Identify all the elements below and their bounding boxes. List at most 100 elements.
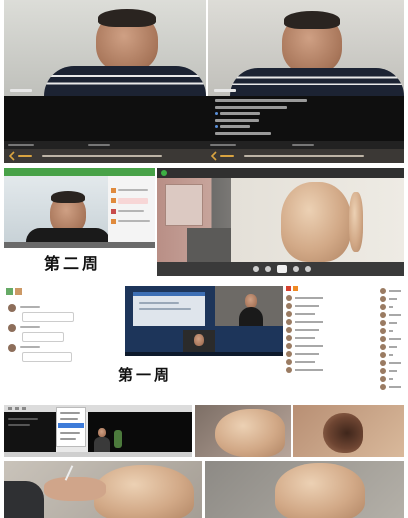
- avatar-icon: [8, 344, 16, 352]
- contact-list: [286, 286, 378, 376]
- chevron-left-icon[interactable]: [210, 151, 218, 161]
- window-content-line: [8, 424, 30, 426]
- avatar-icon: [286, 367, 292, 373]
- call-control-icon[interactable]: [253, 266, 259, 272]
- toolbar-icon[interactable]: [15, 407, 19, 410]
- menu-item[interactable]: [60, 418, 78, 420]
- contact-list-item[interactable]: [286, 327, 326, 334]
- participant-shirt: [44, 66, 206, 96]
- call-control-icon[interactable]: [265, 266, 271, 272]
- avatar-icon: [380, 384, 386, 390]
- chat-overlay: [108, 176, 155, 242]
- member-list-item-text: [389, 386, 401, 388]
- hand: [44, 477, 106, 501]
- member-list-item[interactable]: [380, 296, 404, 303]
- contact-list-item[interactable]: [286, 303, 326, 310]
- week-one-label: 第一周: [118, 366, 173, 384]
- sculpting-photo: [4, 461, 202, 518]
- member-list-item-text: [389, 314, 401, 316]
- member-list-item[interactable]: [380, 352, 404, 359]
- contact-list-item[interactable]: [286, 351, 326, 358]
- menu-item[interactable]: [60, 412, 80, 414]
- avatar-icon: [286, 303, 292, 309]
- contact-list-item[interactable]: [286, 295, 326, 302]
- contact-list-item[interactable]: [286, 319, 326, 326]
- call-control-icon[interactable]: [293, 266, 299, 272]
- member-list-item[interactable]: [380, 304, 404, 311]
- member-list-item[interactable]: [380, 320, 404, 327]
- app-top-bar: [4, 168, 155, 176]
- contact-list-item-text: [295, 345, 323, 347]
- chat-row[interactable]: [6, 324, 116, 342]
- stats-line: [215, 106, 287, 109]
- participant-name-tag: [214, 89, 236, 92]
- participant-hair: [98, 9, 156, 27]
- status-time: [292, 144, 314, 146]
- avatar-icon: [380, 352, 386, 358]
- contact-list-item[interactable]: [286, 311, 326, 318]
- contact-list-item[interactable]: [286, 343, 326, 350]
- call-controls-bar: [157, 262, 404, 276]
- call-control-icon[interactable]: [277, 265, 287, 273]
- stats-line: [220, 125, 250, 128]
- dropdown-menu[interactable]: [56, 407, 86, 447]
- window-content-line: [139, 302, 179, 304]
- participant-hair: [51, 191, 85, 203]
- call-control-icon[interactable]: [305, 266, 311, 272]
- chat-row[interactable]: [6, 344, 116, 362]
- stats-line: [220, 112, 260, 115]
- avatar-icon: [286, 359, 292, 365]
- member-list-item-text: [389, 290, 401, 292]
- toolbar-icon[interactable]: [22, 407, 26, 410]
- member-list-item[interactable]: [380, 360, 404, 367]
- avatar-icon: [380, 376, 386, 382]
- member-list-item[interactable]: [380, 336, 404, 343]
- chevron-left-icon[interactable]: [8, 151, 16, 161]
- chat-row[interactable]: [6, 304, 116, 322]
- avatar-icon: [8, 324, 16, 332]
- avatar-icon: [111, 209, 116, 214]
- member-list-item-text: [389, 362, 401, 364]
- status-strip: [4, 452, 192, 457]
- toolbar-icon[interactable]: [8, 407, 12, 410]
- contact-list-item[interactable]: [286, 335, 326, 342]
- avatar-icon: [111, 198, 116, 203]
- member-list-item[interactable]: [380, 328, 404, 335]
- plant: [114, 430, 122, 448]
- avatar-icon: [380, 312, 386, 318]
- member-list-item[interactable]: [380, 312, 404, 319]
- member-list-item[interactable]: [380, 384, 404, 391]
- menu-item[interactable]: [60, 432, 80, 434]
- member-list-item-text: [389, 338, 401, 340]
- video-frame-left: [4, 0, 206, 96]
- menu-item-highlighted[interactable]: [58, 423, 84, 428]
- contact-list-item[interactable]: [286, 367, 326, 374]
- participant-shirt: [239, 307, 263, 326]
- member-list-item[interactable]: [380, 376, 404, 383]
- contact-list-item[interactable]: [286, 359, 326, 366]
- clay-sculpture-side: [349, 192, 363, 252]
- nav-chat-title: [42, 155, 162, 157]
- member-list-item-text: [389, 370, 397, 372]
- participant-face: [98, 428, 106, 437]
- stats-line: [215, 99, 307, 102]
- member-list-item[interactable]: [380, 368, 404, 375]
- member-list-item[interactable]: [380, 288, 404, 295]
- week-two-panel: 第二周: [0, 168, 408, 280]
- video-feed: [157, 178, 404, 262]
- notification-icon: [293, 286, 298, 291]
- stats-bullet-icon: [215, 112, 218, 115]
- avatar-icon: [286, 335, 292, 341]
- avatar-icon: [380, 360, 386, 366]
- avatar-icon: [286, 319, 292, 325]
- member-list-item[interactable]: [380, 344, 404, 351]
- chat-app-logo-icon: [161, 170, 167, 176]
- member-list-item-text: [389, 378, 393, 380]
- avatar-icon: [111, 188, 116, 193]
- avatar-icon: [111, 219, 116, 224]
- menu-item[interactable]: [60, 438, 76, 440]
- teacher-video: [4, 176, 108, 242]
- avatar-icon: [380, 328, 386, 334]
- remote-video-thumb: [215, 286, 283, 326]
- member-list-item-text: [389, 354, 393, 356]
